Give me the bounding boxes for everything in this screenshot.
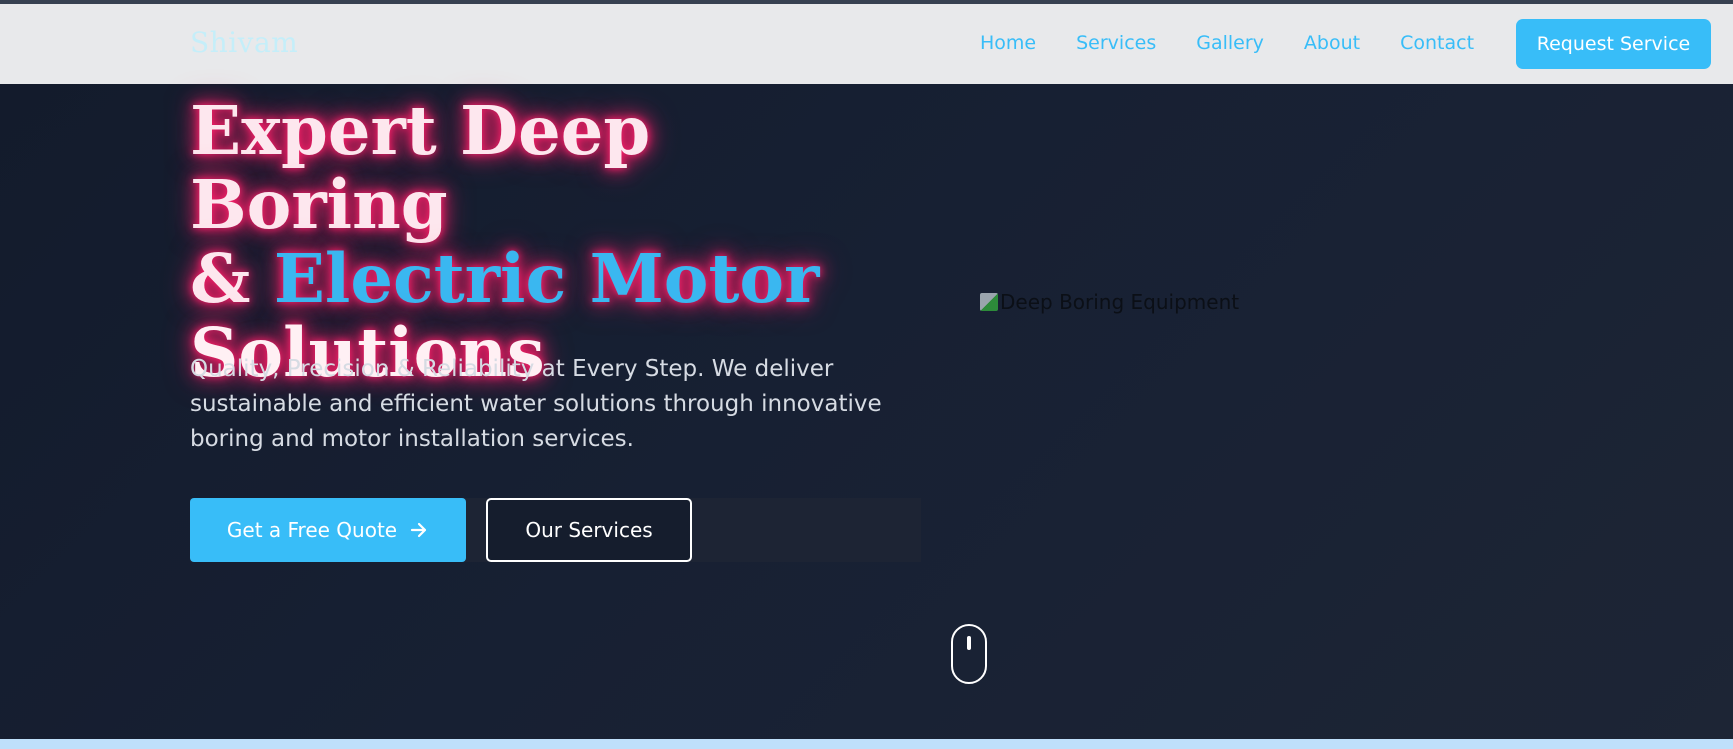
nav-link-about[interactable]: About — [1304, 32, 1360, 54]
hero-subtitle: Quality, Precision & Reliability at Ever… — [190, 356, 882, 452]
navbar: Shivam Home Services Gallery About Conta… — [0, 4, 1733, 84]
hero-title: Expert Deep Boring & Electric Motor Solu… — [190, 94, 910, 390]
mouse-wheel — [967, 636, 971, 650]
hero-title-line1: Expert Deep Boring — [190, 91, 651, 244]
next-section-edge — [0, 739, 1733, 749]
hero-image: Deep Boring Equipment — [980, 290, 1239, 314]
image-icon — [980, 293, 998, 311]
hero-section: Expert Deep Boring & Electric Motor Solu… — [0, 84, 1733, 739]
hero-title-amp: & — [190, 239, 274, 318]
get-free-quote-label: Get a Free Quote — [226, 518, 398, 542]
nav-menu: Home Services Gallery About Contact — [980, 32, 1514, 54]
mouse-icon[interactable] — [951, 624, 987, 684]
hero-image-alt: Deep Boring Equipment — [1000, 290, 1240, 314]
nav-link-home[interactable]: Home — [980, 32, 1036, 54]
nav-link-contact[interactable]: Contact — [1400, 32, 1474, 54]
arrow-right-icon — [411, 522, 427, 538]
nav-link-services[interactable]: Services — [1076, 32, 1156, 54]
request-service-button[interactable]: Request Service — [1516, 19, 1711, 69]
nav-link-gallery[interactable]: Gallery — [1196, 32, 1264, 54]
hero-title-accent: Electric Motor — [273, 239, 820, 318]
site-logo[interactable]: Shivam — [190, 26, 298, 59]
get-free-quote-button[interactable]: Get a Free Quote — [190, 498, 466, 562]
our-services-button[interactable]: Our Services — [486, 498, 692, 562]
